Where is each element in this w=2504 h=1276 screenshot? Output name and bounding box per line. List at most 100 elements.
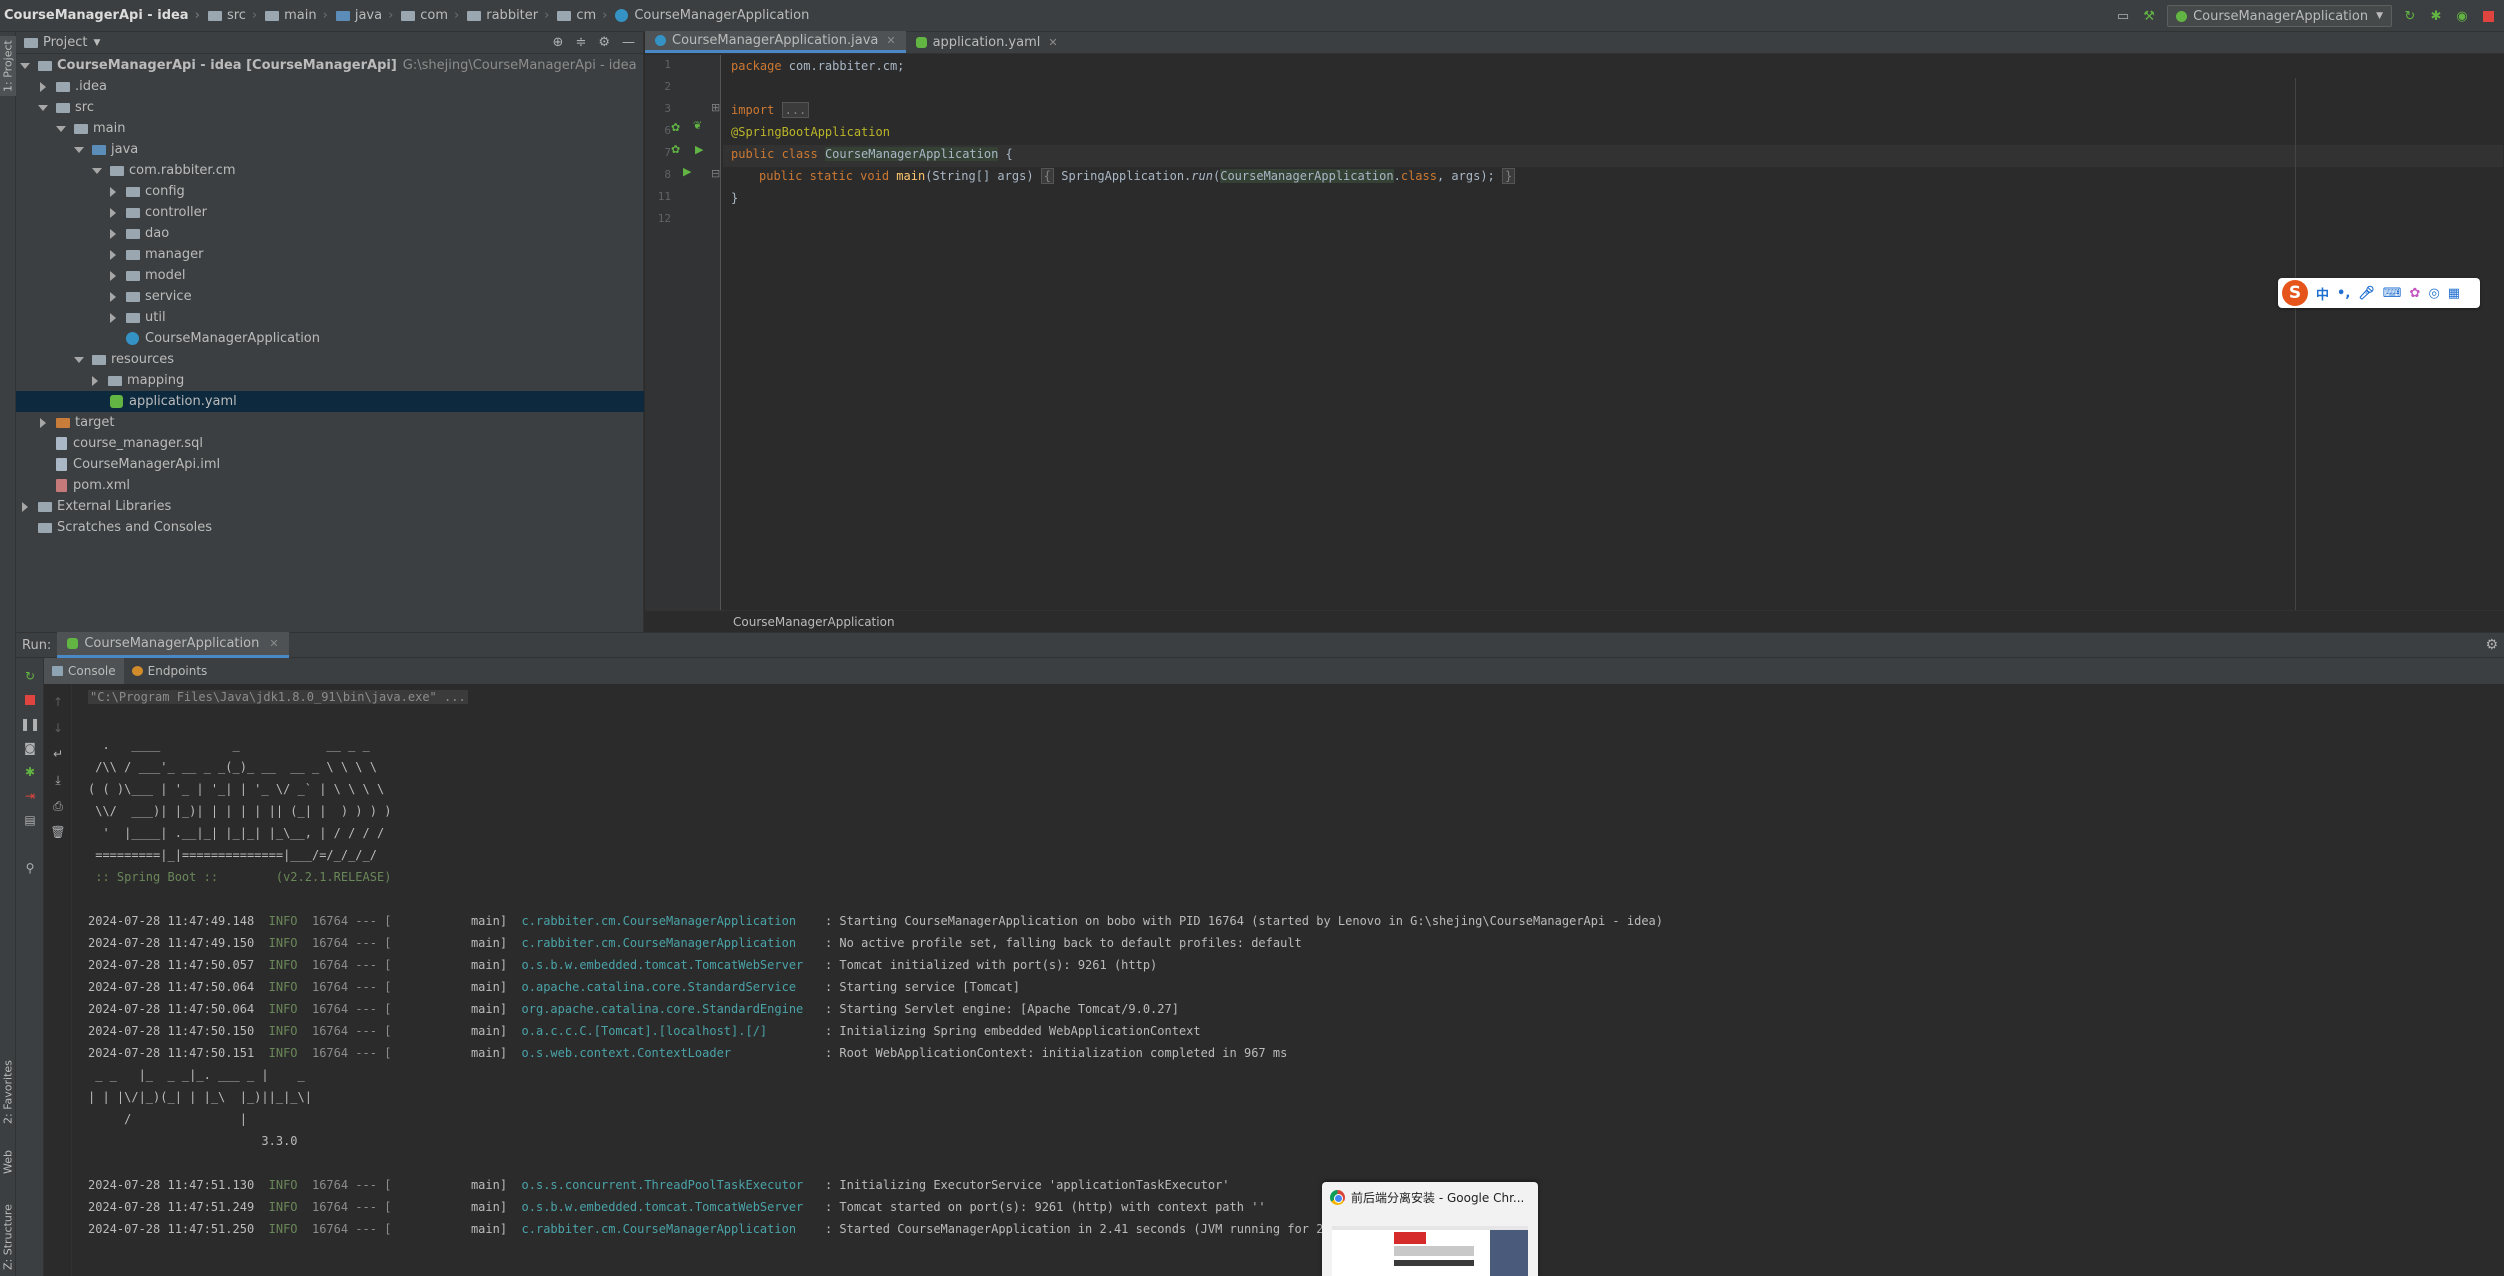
tree-item-mapping[interactable]: mapping	[16, 370, 644, 391]
expand-arrow-icon[interactable]	[20, 62, 30, 69]
tab-application-yaml[interactable]: application.yaml ✕	[906, 31, 1068, 53]
run-tab-course-manager-application[interactable]: CourseManagerApplication ✕	[57, 632, 289, 658]
chrome-taskbar-preview[interactable]: 前后端分离安装 - Google Chr...	[1322, 1182, 1538, 1276]
close-icon[interactable]: ✕	[1048, 36, 1057, 49]
tree-item-src[interactable]: src	[16, 97, 644, 118]
tree-item-target[interactable]: target	[16, 412, 644, 433]
tree-item-external-libraries[interactable]: External Libraries	[16, 496, 644, 517]
punctuation-icon[interactable]: •,	[2337, 286, 2350, 301]
build-hammer-icon[interactable]: ⚒	[2141, 8, 2157, 24]
hide-icon[interactable]: —	[622, 35, 635, 50]
tree-item-course-manager-application[interactable]: CourseManagerApplication	[16, 328, 644, 349]
expand-arrow-icon[interactable]	[92, 375, 98, 386]
layout-icon[interactable]: ▭	[2115, 8, 2131, 24]
tree-item-idea[interactable]: .idea	[16, 76, 644, 97]
tree-item-config[interactable]: config	[16, 181, 644, 202]
run-gutter-icon[interactable]: ▶	[695, 143, 703, 156]
folded-brace[interactable]: }	[1502, 168, 1516, 184]
breadcrumb-project[interactable]: CourseManagerApi - idea ›	[0, 0, 204, 32]
web-tool-tab[interactable]: Web	[0, 1142, 16, 1182]
expand-arrow-icon[interactable]	[40, 417, 46, 428]
expand-arrow-icon[interactable]	[110, 291, 116, 302]
keyboard-icon[interactable]: ⌨	[2383, 286, 2402, 301]
tree-item-project-root[interactable]: CourseManagerApi - idea [CourseManagerAp…	[16, 55, 644, 76]
close-icon[interactable]: ✕	[269, 637, 278, 650]
tree-item-course-manager-sql[interactable]: course_manager.sql	[16, 433, 644, 454]
tab-console[interactable]: Console	[44, 658, 124, 684]
skin-icon[interactable]: ✿	[2410, 286, 2421, 301]
sogou-logo-icon[interactable]: S	[2282, 280, 2308, 306]
expand-arrow-icon[interactable]	[110, 207, 116, 218]
game-icon[interactable]: ◎	[2428, 286, 2439, 301]
pin-icon[interactable]: ⚲	[22, 860, 38, 876]
tree-item-pom-xml[interactable]: pom.xml	[16, 475, 644, 496]
tab-course-manager-application-java[interactable]: CourseManagerApplication.java ✕	[645, 31, 906, 53]
folded-imports[interactable]: ...	[781, 102, 810, 118]
toolbox-icon[interactable]: ▦	[2448, 286, 2460, 301]
breadcrumb-java[interactable]: java ›	[332, 0, 397, 32]
expand-arrow-icon[interactable]	[22, 501, 28, 512]
layout-icon[interactable]: ▤	[22, 812, 38, 828]
arrow-up-icon[interactable]: ↑	[50, 694, 66, 710]
spring-bean-icon[interactable]: ✿	[671, 143, 680, 156]
exit-icon[interactable]: ⇥	[22, 788, 38, 804]
expand-arrow-icon[interactable]	[74, 146, 84, 153]
trash-icon[interactable]: 🗑︎	[50, 824, 66, 840]
pause-icon[interactable]: ❚❚	[20, 716, 40, 732]
breadcrumb-class[interactable]: CourseManagerApplication	[611, 0, 813, 32]
scroll-to-end-icon[interactable]: ⤓	[50, 772, 66, 788]
expand-arrow-icon[interactable]	[110, 249, 116, 260]
expand-arrow-icon[interactable]	[110, 186, 116, 197]
tree-item-resources[interactable]: resources	[16, 349, 644, 370]
coverage-icon[interactable]: ◉	[2454, 8, 2470, 24]
project-view-select[interactable]: Project	[43, 35, 87, 50]
chevron-down-icon[interactable]: ▼	[93, 38, 100, 48]
rerun-icon[interactable]: ↻	[2402, 8, 2418, 24]
breadcrumb-rabbiter[interactable]: rabbiter ›	[463, 0, 553, 32]
tree-item-model[interactable]: model	[16, 265, 644, 286]
tree-item-controller[interactable]: controller	[16, 202, 644, 223]
gear-icon[interactable]: ⚙	[2485, 637, 2498, 653]
structure-tool-tab[interactable]: Z: Structure	[0, 1202, 16, 1272]
breadcrumb-com[interactable]: com ›	[397, 0, 463, 32]
tree-item-service[interactable]: service	[16, 286, 644, 307]
folded-brace[interactable]: {	[1040, 168, 1055, 184]
tree-item-java[interactable]: java	[16, 139, 644, 160]
code-area[interactable]: package com.rabbiter.cm; import ... @Spr…	[723, 55, 2503, 633]
soft-wrap-icon[interactable]: ↵	[50, 746, 66, 762]
favorites-tool-tab[interactable]: 2: Favorites	[0, 1052, 16, 1132]
tree-item-package-com-rabbiter-cm[interactable]: com.rabbiter.cm	[16, 160, 644, 181]
tab-endpoints[interactable]: Endpoints	[124, 658, 216, 684]
expand-arrow-icon[interactable]	[74, 356, 84, 363]
breadcrumb-main[interactable]: main ›	[261, 0, 332, 32]
console-output[interactable]: "C:\Program Files\Java\jdk1.8.0_91\bin\j…	[72, 684, 2504, 1276]
run-configuration-select[interactable]: CourseManagerApplication ▼	[2167, 5, 2392, 27]
locate-icon[interactable]: ⊕	[553, 35, 564, 50]
tree-item-scratches[interactable]: Scratches and Consoles	[16, 517, 644, 538]
breadcrumb-src[interactable]: src ›	[204, 0, 261, 32]
fold-icon[interactable]: ⊟	[711, 167, 720, 180]
spring-bean-icon[interactable]: ✿	[671, 121, 680, 134]
project-tool-tab[interactable]: 1: Project	[0, 36, 16, 96]
camera-icon[interactable]: ◙	[22, 740, 38, 756]
rerun-icon[interactable]: ↻	[22, 668, 38, 684]
close-icon[interactable]: ✕	[886, 34, 895, 47]
breadcrumb-cm[interactable]: cm ›	[553, 0, 611, 32]
tree-item-main[interactable]: main	[16, 118, 644, 139]
expand-arrow-icon[interactable]	[38, 104, 48, 111]
expand-arrow-icon[interactable]	[92, 167, 102, 174]
arrow-down-icon[interactable]: ↓	[50, 720, 66, 736]
debug-icon[interactable]: ✱	[22, 764, 38, 780]
tree-item-application-yaml[interactable]: application.yaml	[16, 391, 644, 412]
ime-language-toggle[interactable]: 中	[2316, 284, 2329, 303]
tree-item-manager[interactable]: manager	[16, 244, 644, 265]
expand-arrow-icon[interactable]	[110, 270, 116, 281]
stop-icon[interactable]	[22, 692, 38, 708]
spring-app-icon[interactable]: ❦	[693, 119, 702, 132]
expand-arrow-icon[interactable]	[110, 312, 116, 323]
run-gutter-icon[interactable]: ▶	[683, 165, 691, 178]
stop-icon[interactable]	[2480, 8, 2496, 24]
editor-breadcrumb[interactable]: CourseManagerApplication	[645, 610, 2504, 632]
tree-item-util[interactable]: util	[16, 307, 644, 328]
collapse-all-icon[interactable]: ≑	[575, 35, 586, 50]
